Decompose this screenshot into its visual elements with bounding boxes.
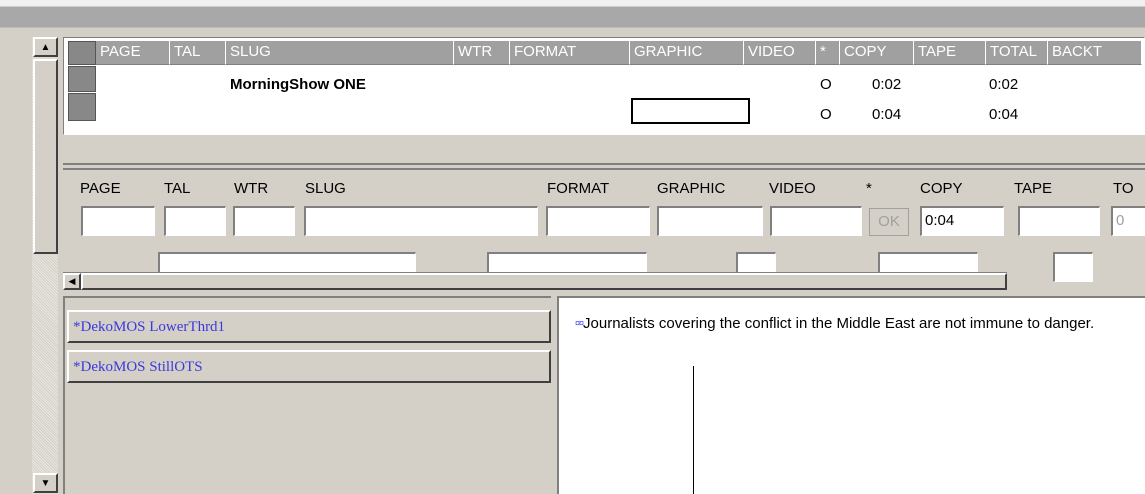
- horizontal-scrollbar[interactable]: ◀: [63, 272, 1007, 290]
- col-header-total[interactable]: TOTAL: [986, 41, 1048, 65]
- script-editor[interactable]: ¤¤Journalists covering the conflict in t…: [557, 296, 1145, 494]
- triangle-up-icon: ▲: [40, 41, 51, 53]
- row-total: 0:02: [989, 76, 1019, 93]
- graphic-field[interactable]: [657, 206, 763, 236]
- row-copy: 0:02: [872, 76, 902, 93]
- scroll-thumb[interactable]: [81, 273, 1007, 290]
- col-header-tape[interactable]: TAPE: [914, 41, 986, 65]
- slug-field[interactable]: [304, 206, 538, 236]
- col-header-page[interactable]: PAGE: [96, 41, 170, 65]
- triangle-down-icon: ▼: [40, 477, 51, 489]
- grid-footer: [63, 135, 1145, 165]
- col-header-tal[interactable]: TAL: [170, 41, 226, 65]
- ok-button[interactable]: OK: [869, 208, 909, 236]
- col-header-video[interactable]: VIDEO: [744, 41, 816, 65]
- col-header-backtime[interactable]: BACKT: [1048, 41, 1142, 65]
- row-star: O: [820, 106, 832, 123]
- tal-field[interactable]: [164, 206, 226, 236]
- label-format: FORMAT: [547, 180, 610, 197]
- label-graphic: GRAPHIC: [657, 180, 726, 197]
- triangle-left-icon: ◀: [68, 276, 76, 286]
- row-selector[interactable]: [68, 93, 96, 121]
- label-wtr: WTR: [234, 180, 269, 197]
- label-page: PAGE: [80, 180, 121, 197]
- wtr-field[interactable]: [233, 206, 295, 236]
- video-field[interactable]: [770, 206, 862, 236]
- cue-item[interactable]: *DekoMOS LowerThrd1: [67, 310, 551, 343]
- cue-item[interactable]: *DekoMOS StillOTS: [67, 350, 551, 383]
- row-selector[interactable]: [68, 66, 96, 92]
- row-slug[interactable]: MorningShow ONE: [230, 76, 366, 93]
- row-graphic-cell[interactable]: [631, 98, 750, 124]
- row-copy: 0:04: [872, 106, 902, 123]
- scroll-up-button[interactable]: ▲: [33, 37, 58, 57]
- scroll-thumb[interactable]: [33, 59, 58, 254]
- script-body: Journalists covering the conflict in the…: [583, 315, 1095, 332]
- window-title-strip: [0, 0, 1145, 34]
- col-header-format[interactable]: FORMAT: [510, 41, 630, 65]
- ul-field[interactable]: [1053, 252, 1093, 282]
- copy-field[interactable]: 0:04: [920, 206, 1004, 236]
- cue-marker-icon: ¤¤: [575, 318, 584, 328]
- grid-corner: [68, 41, 96, 65]
- vertical-scrollbar[interactable]: ▲ ▼: [31, 37, 58, 494]
- text-cursor: [693, 366, 694, 494]
- production-cue-list: *DekoMOS LowerThrd1 *DekoMOS StillOTS: [63, 296, 551, 494]
- story-grid: PAGE TAL SLUG WTR FORMAT GRAPHIC VIDEO *…: [63, 37, 1145, 135]
- scroll-down-button[interactable]: ▼: [33, 473, 58, 493]
- col-header-graphic[interactable]: GRAPHIC: [630, 41, 744, 65]
- script-text[interactable]: ¤¤Journalists covering the conflict in t…: [575, 314, 1135, 333]
- format-field[interactable]: [546, 206, 650, 236]
- col-header-wtr[interactable]: WTR: [454, 41, 510, 65]
- col-header-slug[interactable]: SLUG: [226, 41, 454, 65]
- label-copy: COPY: [920, 180, 963, 197]
- page-field[interactable]: [81, 206, 155, 236]
- label-star: *: [866, 180, 872, 197]
- scroll-left-button[interactable]: ◀: [63, 273, 81, 290]
- label-tape: TAPE: [1014, 180, 1053, 197]
- col-header-star[interactable]: *: [816, 41, 840, 65]
- total-field[interactable]: 0: [1111, 206, 1145, 236]
- label-slug: SLUG: [305, 180, 346, 197]
- row-star: O: [820, 76, 832, 93]
- tape-field[interactable]: [1018, 206, 1100, 236]
- row-total: 0:04: [989, 106, 1019, 123]
- label-total: TO: [1113, 180, 1134, 197]
- label-tal: TAL: [164, 180, 191, 197]
- col-header-copy[interactable]: COPY: [840, 41, 914, 65]
- label-video: VIDEO: [769, 180, 816, 197]
